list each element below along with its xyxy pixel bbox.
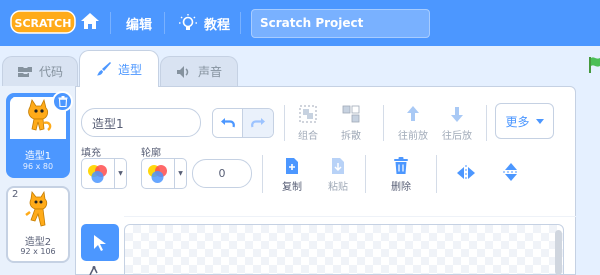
- menu-divider: [110, 12, 111, 34]
- dropdown-arrow-icon: ▼: [114, 159, 126, 188]
- fill-label: 填充: [81, 148, 101, 159]
- group-icon: [299, 105, 317, 123]
- select-tool-button[interactable]: [81, 224, 119, 261]
- dropdown-arrow-icon: ▼: [174, 159, 186, 188]
- tutorials-menu[interactable]: 教程: [178, 12, 230, 34]
- group-button[interactable]: 组合: [297, 104, 319, 142]
- tab-sounds[interactable]: 声音: [160, 56, 238, 86]
- costume-name-label: 造型1: [24, 151, 52, 162]
- trash-icon: [394, 157, 408, 174]
- redo-button[interactable]: [243, 109, 273, 137]
- menu-divider: [164, 12, 165, 34]
- color-swatch-icon: [88, 165, 107, 183]
- project-title-input[interactable]: Scratch Project: [251, 9, 430, 38]
- fill-color-picker[interactable]: ▼: [81, 158, 127, 189]
- costume-thumbnail: [10, 190, 66, 232]
- scratch-logo[interactable]: SCRATCH: [10, 9, 76, 35]
- caret-down-icon: [535, 118, 544, 124]
- outline-color-picker[interactable]: ▼: [141, 158, 187, 189]
- undo-button[interactable]: [213, 109, 244, 137]
- costume-size-label: 96 x 80: [22, 162, 54, 171]
- copy-label: 复制: [282, 182, 302, 193]
- flip-horizontal-icon[interactable]: [456, 165, 476, 181]
- menu-bar: SCRATCH 编辑 教程 Scratch Project: [0, 0, 600, 46]
- canvas-scrollbar[interactable]: [555, 230, 562, 275]
- costume-number: 1: [12, 96, 19, 107]
- toolbar-divider: [284, 105, 285, 141]
- undo-icon: [220, 118, 235, 128]
- delete-label: 删除: [391, 182, 411, 193]
- lightbulb-icon: [179, 14, 197, 30]
- home-icon[interactable]: [80, 11, 100, 31]
- copy-icon: [286, 158, 298, 174]
- tutorials-label: 教程: [204, 17, 231, 33]
- costume-number: 2: [12, 189, 19, 200]
- tab-costumes-label: 造型: [117, 62, 142, 77]
- toolbar-divider: [436, 155, 437, 193]
- speaker-icon: [176, 65, 189, 78]
- arrow-down-icon: [451, 107, 463, 122]
- arrow-up-icon: [407, 106, 419, 121]
- color-swatch-icon: [148, 165, 167, 183]
- delete-costume-button[interactable]: [52, 91, 73, 112]
- tab-code[interactable]: 代码: [2, 56, 78, 86]
- toolbar-divider: [262, 155, 263, 193]
- costume-list: 1 造型1 96 x 80 2 造型2 92 x 106: [0, 86, 76, 275]
- edit-menu[interactable]: 编辑: [126, 14, 152, 33]
- outline-label: 轮廓: [141, 148, 161, 159]
- drawing-canvas[interactable]: [124, 224, 564, 275]
- undo-redo-group: [212, 108, 274, 138]
- ungroup-label: 拆散: [341, 131, 361, 142]
- more-label: 更多: [505, 114, 530, 129]
- tab-code-label: 代码: [38, 65, 63, 79]
- cursor-arrow-icon: [94, 234, 106, 251]
- tab-costumes[interactable]: 造型: [79, 50, 159, 87]
- redo-icon: [251, 118, 265, 128]
- flip-vertical-icon[interactable]: [503, 162, 519, 182]
- backward-label: 往后放: [442, 131, 472, 142]
- forward-label: 往前放: [398, 131, 428, 142]
- paste-icon: [332, 158, 344, 174]
- backward-button[interactable]: 往后放: [442, 104, 472, 142]
- paste-label: 粘贴: [328, 182, 348, 193]
- costume-name-label: 造型2: [24, 237, 52, 248]
- more-button[interactable]: 更多: [495, 103, 554, 139]
- ungroup-icon: [342, 105, 360, 123]
- editor-tabs: 代码 造型 声音: [0, 46, 600, 87]
- paste-button[interactable]: 粘贴: [326, 157, 350, 193]
- green-flag-icon[interactable]: [588, 56, 600, 74]
- toolbar-divider: [383, 105, 384, 141]
- ungroup-button[interactable]: 拆散: [340, 104, 362, 142]
- cat-sprite-icon: [25, 190, 48, 227]
- delete-button[interactable]: 删除: [389, 157, 413, 193]
- forward-button[interactable]: 往前放: [398, 104, 428, 142]
- stage-area: [583, 46, 600, 275]
- group-label: 组合: [298, 131, 318, 142]
- svg-text:SCRATCH: SCRATCH: [15, 17, 72, 30]
- costume-item[interactable]: 2 造型2 92 x 106: [6, 186, 70, 263]
- divider: [124, 216, 576, 217]
- trash-icon: [58, 96, 67, 107]
- costume-size-label: 92 x 106: [20, 247, 56, 256]
- outline-width-input[interactable]: 0: [192, 159, 252, 188]
- paintbrush-icon: [96, 62, 111, 76]
- copy-button[interactable]: 复制: [280, 157, 304, 193]
- menu-divider: [240, 12, 241, 34]
- code-blocks-icon: [17, 66, 32, 77]
- toolbar-divider: [365, 155, 366, 193]
- costume-name-input[interactable]: 造型1: [81, 108, 201, 137]
- toolbar-divider: [486, 105, 487, 141]
- reshape-tool-icon[interactable]: [88, 266, 102, 275]
- tab-sounds-label: 声音: [197, 65, 222, 79]
